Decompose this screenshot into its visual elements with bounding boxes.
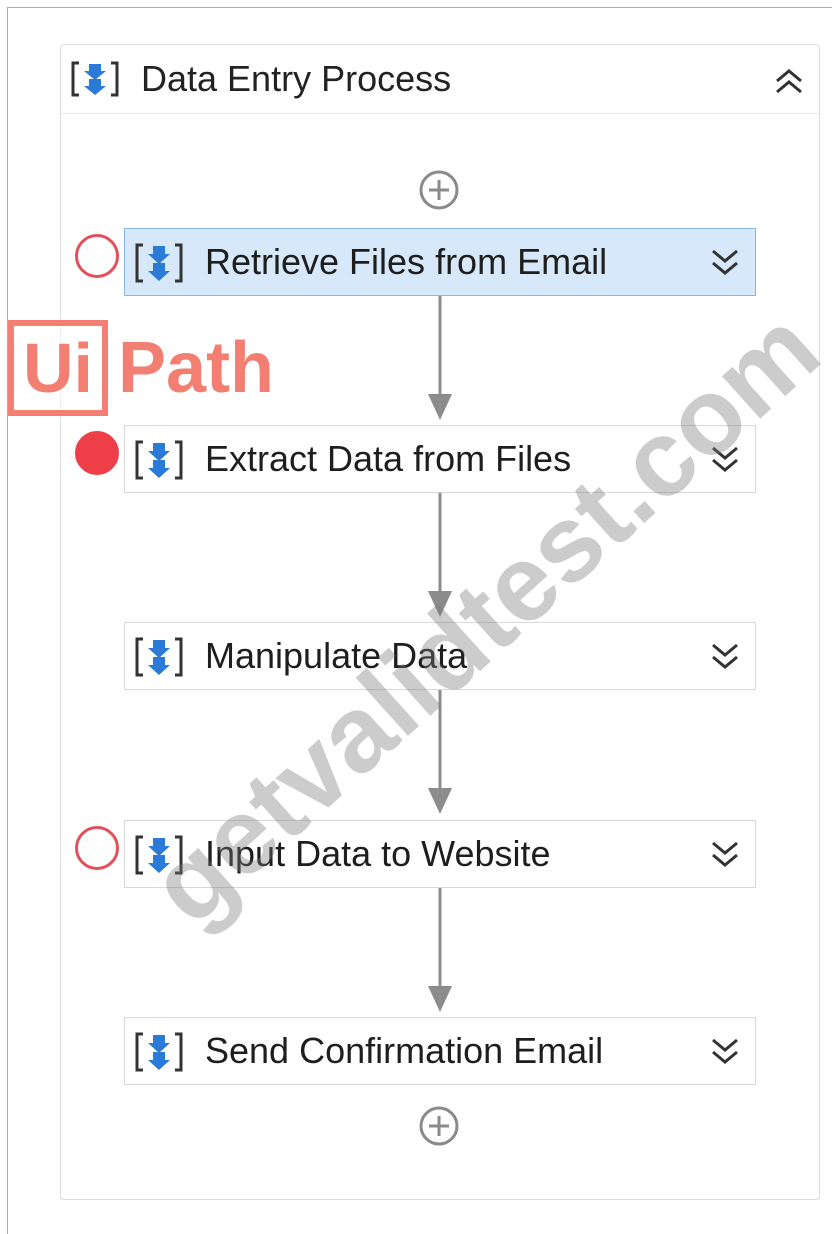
sequence-icon [71, 61, 119, 97]
sequence-title: Data Entry Process [141, 58, 452, 99]
sequence-header: Data Entry Process [61, 45, 819, 114]
connector-arrow-icon [428, 493, 452, 617]
activity-label: Extract Data from Files [205, 438, 572, 479]
connector-arrow-icon [428, 888, 452, 1012]
activity-label: Send Confirmation Email [205, 1030, 604, 1071]
connector-arrow-icon [428, 690, 452, 814]
breakpoint-disabled-icon[interactable] [75, 826, 119, 870]
add-activity-bottom-plus-icon[interactable] [417, 1104, 461, 1148]
sequence-icon [135, 835, 183, 875]
sequence-icon [135, 243, 183, 283]
add-activity-top-plus-icon[interactable] [417, 168, 461, 212]
activity-send-confirmation[interactable]: Send Confirmation Email [124, 1017, 756, 1085]
activity-label: Manipulate Data [205, 635, 468, 676]
chevron-double-down-icon[interactable] [707, 1032, 743, 1072]
activity-label: Retrieve Files from Email [205, 241, 608, 282]
breakpoint-enabled-icon[interactable] [75, 431, 119, 475]
activity-manipulate-data[interactable]: Manipulate Data [124, 622, 756, 690]
chevron-double-down-icon[interactable] [707, 243, 743, 283]
activity-extract-data[interactable]: Extract Data from Files [124, 425, 756, 493]
activity-label: Input Data to Website [205, 833, 551, 874]
chevron-double-down-icon[interactable] [707, 835, 743, 875]
logo-path-text: Path [118, 328, 275, 408]
chevron-double-down-icon[interactable] [707, 637, 743, 677]
chevron-double-down-icon[interactable] [707, 440, 743, 480]
activity-retrieve-files[interactable]: Retrieve Files from Email [124, 228, 756, 296]
chevron-double-up-icon[interactable] [771, 63, 807, 99]
sequence-icon [135, 637, 183, 677]
logo-ui-box: Ui [8, 320, 108, 416]
activity-input-data[interactable]: Input Data to Website [124, 820, 756, 888]
connector-arrow-icon [428, 296, 452, 420]
breakpoint-disabled-icon[interactable] [75, 234, 119, 278]
sequence-icon [135, 440, 183, 480]
sequence-icon [135, 1032, 183, 1072]
